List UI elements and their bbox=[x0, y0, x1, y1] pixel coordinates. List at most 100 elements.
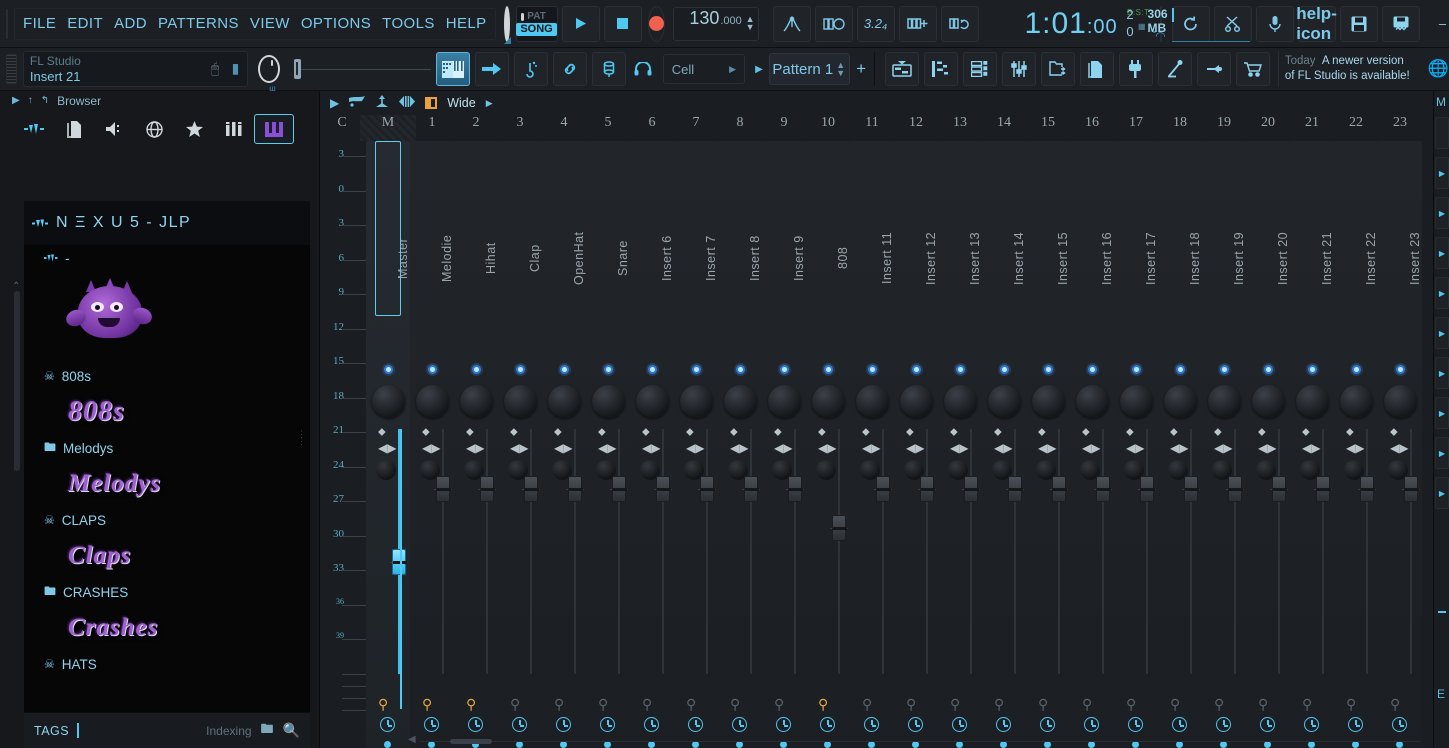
mixer-track-stereo-icon[interactable]: ◀▶ bbox=[730, 441, 748, 455]
mixer-track-stereo-icon[interactable]: ◀▶ bbox=[642, 441, 660, 455]
save-button[interactable] bbox=[1340, 6, 1378, 42]
mixer-track-enable-led[interactable] bbox=[1130, 363, 1143, 376]
add-pattern-button[interactable]: + bbox=[856, 59, 866, 79]
mixer-track-power-icon[interactable]: ⚲ bbox=[994, 696, 1004, 713]
mixer-track-pan-knob[interactable] bbox=[376, 460, 396, 480]
mixer-track-volume-knob[interactable] bbox=[900, 385, 933, 418]
browser-item-crashes[interactable]: 🖿 CRASHES bbox=[24, 579, 310, 605]
mixer-arm-icon[interactable] bbox=[375, 95, 389, 111]
mixer-track-pan-icon[interactable]: ⬥ bbox=[730, 426, 738, 439]
mixer-track-enable-led[interactable] bbox=[514, 363, 527, 376]
mixer-track-stereo-icon[interactable]: ◀▶ bbox=[1390, 441, 1408, 455]
mixer-track-insert-9[interactable]: Insert 9⬥◀▶⚲△ bbox=[762, 141, 806, 748]
browser-back-icon[interactable]: ↰ bbox=[41, 95, 49, 106]
tempo-spinner[interactable]: ▲▼ bbox=[746, 15, 755, 31]
mixer-column-header[interactable]: 17 bbox=[1114, 115, 1158, 131]
mixer-track-hihat[interactable]: Hihat⬥◀▶⚲△ bbox=[454, 141, 498, 748]
mixer-track-fader[interactable] bbox=[1360, 476, 1374, 502]
mixer-track-power-icon[interactable]: ⚲ bbox=[1302, 696, 1312, 713]
browser-menu-icon[interactable]: ▶ bbox=[12, 95, 20, 106]
browser-tab-sounds-icon[interactable] bbox=[94, 114, 134, 144]
mixer-layout-chevron-icon[interactable]: ▶ bbox=[486, 98, 493, 109]
mixer-track-stereo-icon[interactable]: ◀▶ bbox=[1126, 441, 1144, 455]
mixer-track-fader[interactable] bbox=[832, 515, 846, 541]
mixer-track-stereo-icon[interactable]: ◀▶ bbox=[1258, 441, 1276, 455]
menu-item-options[interactable]: OPTIONS bbox=[301, 15, 371, 32]
mixer-track-volume-knob[interactable] bbox=[1296, 385, 1329, 418]
mixer-track-enable-led[interactable] bbox=[1262, 363, 1275, 376]
mixer-track-pan-icon[interactable]: ⬥ bbox=[1258, 426, 1266, 439]
effect-slot[interactable]: ▶ bbox=[1435, 237, 1449, 269]
pattern-spinner[interactable]: ▲▼ bbox=[836, 61, 845, 77]
mixer-track-insert-11[interactable]: Insert 11⬥◀▶⚲△ bbox=[850, 141, 894, 748]
effect-slot[interactable]: ▶ bbox=[1435, 317, 1449, 349]
overlay-notes-icon[interactable] bbox=[899, 6, 937, 42]
mixer-track-pan-icon[interactable]: ⬥ bbox=[466, 426, 474, 439]
effect-slot[interactable]: ▶ bbox=[1435, 357, 1449, 389]
mixer-column-header[interactable]: 18 bbox=[1158, 115, 1202, 131]
mixer-horizontal-scrollbar[interactable]: ◀ bbox=[420, 737, 1420, 746]
mixer-track-pan-icon[interactable]: ⬥ bbox=[1302, 426, 1310, 439]
mixer-track-volume-knob[interactable] bbox=[1032, 385, 1065, 418]
mixer-track-power-icon[interactable]: ⚲ bbox=[862, 696, 872, 713]
mixer-track-pan-knob[interactable] bbox=[816, 460, 836, 480]
mixer-track-fader[interactable] bbox=[1052, 476, 1066, 502]
browser-tab-mixer-presets-icon[interactable] bbox=[214, 114, 254, 144]
search-icon[interactable]: 🔍 bbox=[283, 722, 300, 739]
mixer-track-latency-icon[interactable] bbox=[996, 717, 1011, 732]
mixer-track-volume-knob[interactable] bbox=[504, 385, 537, 418]
snap-selector[interactable]: Cell ▶ bbox=[663, 54, 745, 84]
mixer-track-fader[interactable] bbox=[480, 476, 494, 502]
minimize-button[interactable]: – bbox=[1430, 10, 1449, 38]
browser-item-hats[interactable]: ☠ HATS bbox=[24, 651, 310, 677]
mixer-track-fader[interactable] bbox=[612, 476, 626, 502]
slider-handle[interactable] bbox=[294, 59, 301, 79]
shuffle-knob[interactable]: ш bbox=[258, 55, 280, 83]
mixer-track-volume-knob[interactable] bbox=[372, 385, 405, 418]
mixer-track-pan-icon[interactable]: ⬥ bbox=[378, 426, 386, 439]
mixer-track-latency-icon[interactable] bbox=[952, 717, 967, 732]
mixer-track-stereo-icon[interactable]: ◀▶ bbox=[378, 441, 396, 455]
menu-item-edit[interactable]: EDIT bbox=[67, 15, 103, 32]
mixer-track-volume-knob[interactable] bbox=[1076, 385, 1109, 418]
mixer-track-stereo-icon[interactable]: ◀▶ bbox=[774, 441, 792, 455]
mixer-track-power-icon[interactable]: ⚲ bbox=[1390, 696, 1400, 713]
mixer-track-volume-knob[interactable] bbox=[944, 385, 977, 418]
mixer-track-volume-knob[interactable] bbox=[1252, 385, 1285, 418]
plugin-picker-icon[interactable] bbox=[1119, 52, 1153, 86]
browser-item-melodys[interactable]: 🖿 Melodys bbox=[24, 435, 310, 461]
mixer-column-header[interactable]: 7 bbox=[674, 115, 718, 131]
mixer-track-power-icon[interactable]: ⚲ bbox=[422, 696, 432, 713]
mixer-track-volume-knob[interactable] bbox=[1340, 385, 1373, 418]
mixer-column-header[interactable]: 22 bbox=[1334, 115, 1378, 131]
browser-tab-favorites-icon[interactable] bbox=[174, 114, 214, 144]
channel-rack-icon[interactable] bbox=[963, 52, 997, 86]
mixer-track-insert-19[interactable]: Insert 19⬥◀▶⚲△ bbox=[1202, 141, 1246, 748]
effect-slot[interactable]: ▶ bbox=[1435, 437, 1449, 469]
mixer-track-latency-icon[interactable] bbox=[908, 717, 923, 732]
mixer-column-header[interactable]: 9 bbox=[762, 115, 806, 131]
mixer-track-fader[interactable] bbox=[436, 476, 450, 502]
color-swatch-icon[interactable] bbox=[425, 97, 437, 109]
folder-icon[interactable]: 🖿 bbox=[261, 720, 274, 742]
mixer-column-header[interactable]: 10 bbox=[806, 115, 850, 131]
mixer-column-header[interactable]: 19 bbox=[1202, 115, 1246, 131]
mixer-track-pan-icon[interactable]: ⬥ bbox=[1214, 426, 1222, 439]
browser-resize-dots[interactable]: ⋮⋮ bbox=[297, 431, 306, 445]
mixer-column-header[interactable]: 4 bbox=[542, 115, 586, 131]
mixer-track-stereo-icon[interactable]: ◀▶ bbox=[510, 441, 528, 455]
mixer-track-enable-led[interactable] bbox=[382, 363, 395, 376]
browser-root-item[interactable]: N Ξ X U 5 - JLP bbox=[24, 201, 310, 245]
mixer-track-volume-knob[interactable] bbox=[548, 385, 581, 418]
mixer-track-pan-icon[interactable]: ⬥ bbox=[818, 426, 826, 439]
mixer-track-enable-led[interactable] bbox=[910, 363, 923, 376]
globe-icon[interactable]: 🌐 bbox=[1428, 59, 1449, 79]
mixer-track-latency-icon[interactable] bbox=[468, 717, 483, 732]
mixer-track-enable-led[interactable] bbox=[1350, 363, 1363, 376]
mixer-icon[interactable] bbox=[1002, 52, 1036, 86]
mixer-track-pan-icon[interactable]: ⬥ bbox=[1346, 426, 1354, 439]
effects-icon[interactable] bbox=[1158, 52, 1192, 86]
mixer-track-stereo-icon[interactable]: ◀▶ bbox=[818, 441, 836, 455]
mixer-track-pan-icon[interactable]: ⬥ bbox=[1082, 426, 1090, 439]
typing-keyboard-icon[interactable] bbox=[514, 52, 548, 86]
